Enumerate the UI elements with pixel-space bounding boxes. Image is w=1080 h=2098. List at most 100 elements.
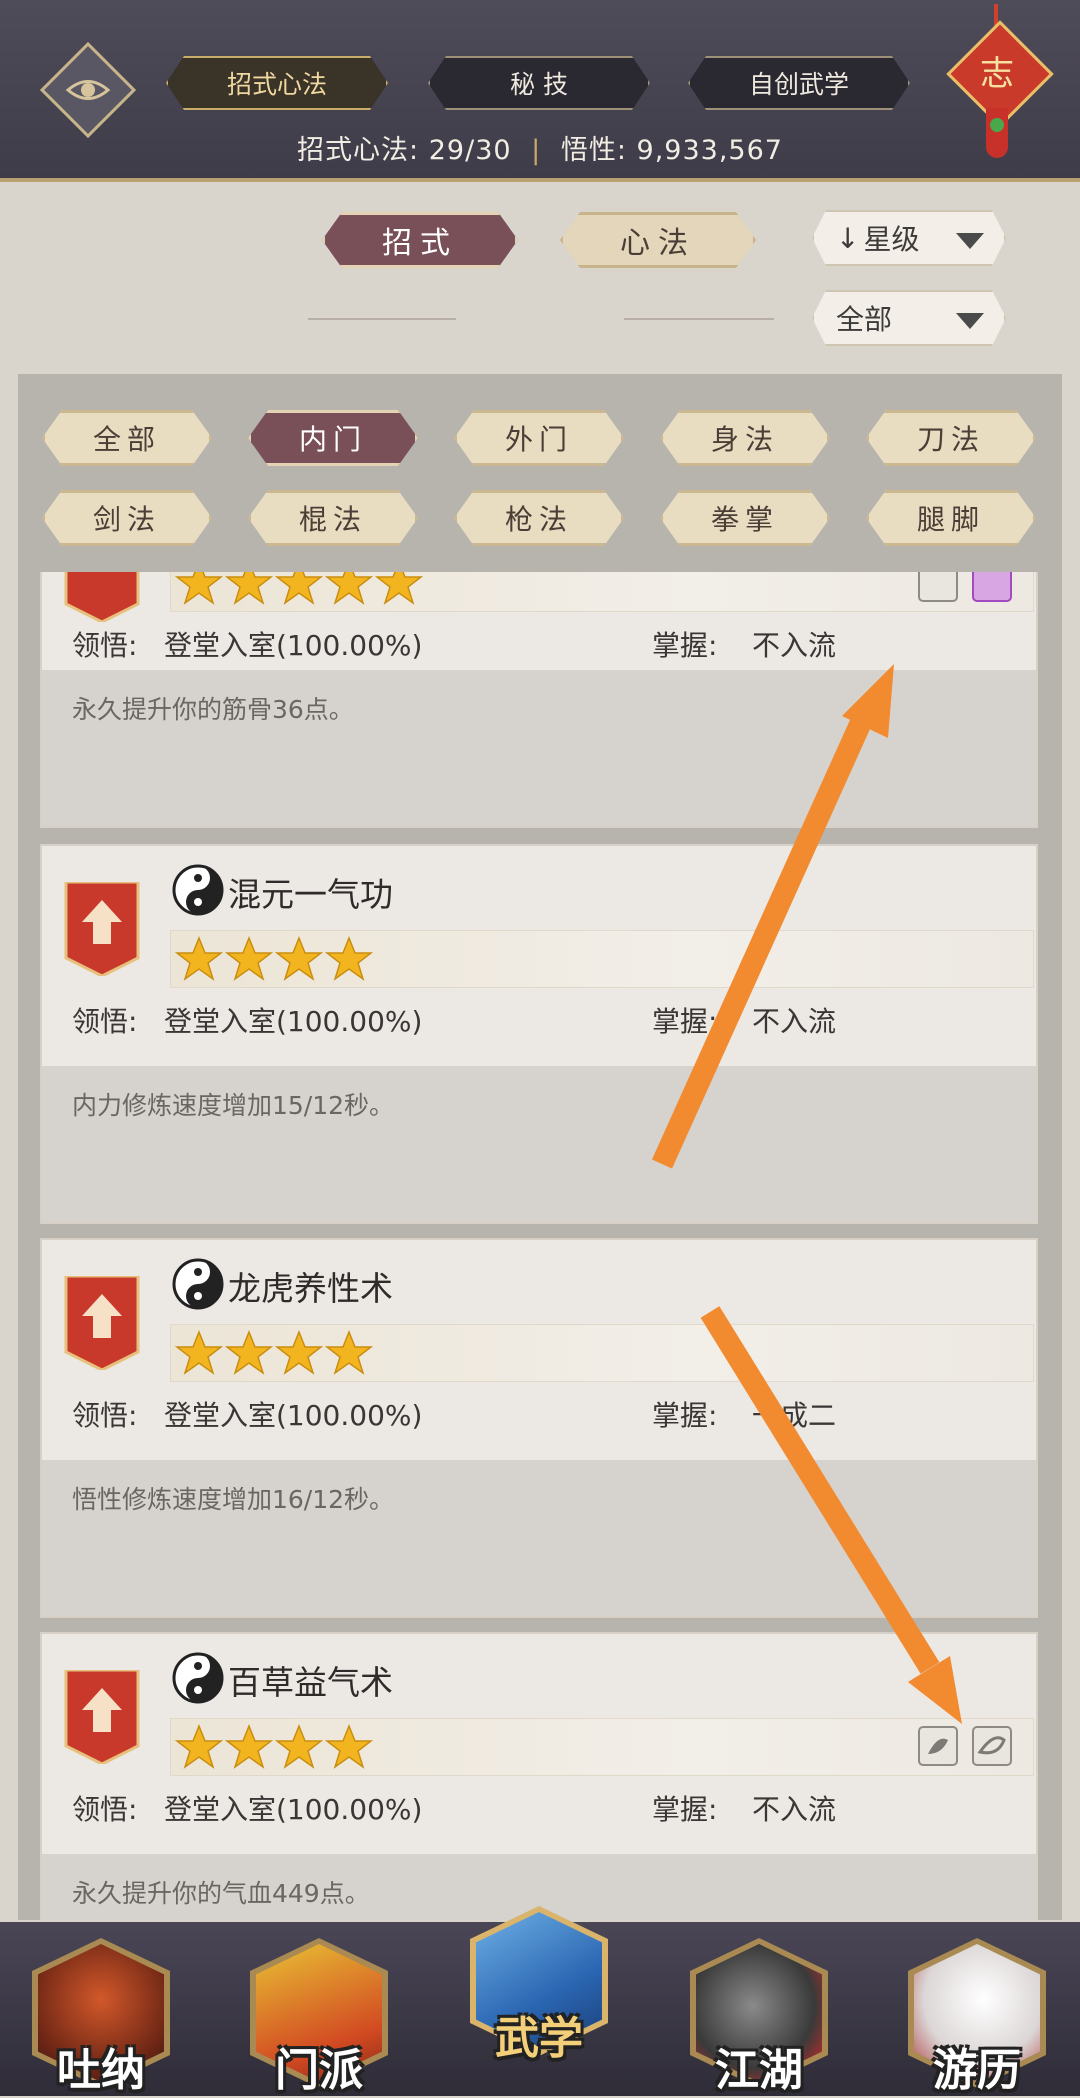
tab-self-created[interactable]: 自创武学 <box>688 56 910 110</box>
comprehension-label: 领悟: <box>72 1005 138 1038</box>
category-movement[interactable]: 身法 <box>660 410 830 466</box>
skill-rank-banner-icon <box>62 1668 142 1766</box>
nav-label: 游历 <box>933 2045 1021 2096</box>
category-label: 枪法 <box>504 503 573 536</box>
skill-description-area: 内力修炼速度增加15/12秒。 <box>42 1066 1036 1222</box>
star-rating <box>170 572 1034 612</box>
category-kick[interactable]: 腿脚 <box>866 490 1036 546</box>
category-all[interactable]: 全部 <box>42 410 212 466</box>
category-label: 腿脚 <box>916 503 985 536</box>
slot-icon[interactable] <box>918 572 958 602</box>
skill-card[interactable]: 领悟: 登堂入室(100.00%) 掌握: 不入流 永久提升你的筋骨36点。 <box>40 572 1038 828</box>
star-icon <box>225 935 273 981</box>
mastery-value: 一成二 <box>752 1399 837 1432</box>
nav-travel[interactable]: 游历 <box>904 1932 1050 2096</box>
star-icon <box>325 572 373 605</box>
nav-label: 吐纳 <box>57 2045 145 2096</box>
category-label: 外门 <box>504 423 573 456</box>
skill-description: 内力修炼速度增加15/12秒。 <box>72 1091 395 1120</box>
leaf-slot-icon[interactable] <box>918 1726 958 1766</box>
comprehension-value: 登堂入室(100.00%) <box>164 1399 423 1432</box>
star-icon <box>325 1329 373 1375</box>
moves-count-value: 29/30 <box>428 135 512 166</box>
yin-yang-icon <box>172 1652 224 1704</box>
skill-name: 龙虎养性术 <box>228 1269 393 1308</box>
skill-list[interactable]: 领悟: 登堂入室(100.00%) 掌握: 不入流 永久提升你的筋骨36点。 混… <box>38 572 1040 1920</box>
star-icon <box>325 1723 373 1769</box>
insight-value: 9,933,567 <box>636 135 783 166</box>
leaf-slot-icon[interactable] <box>972 1726 1012 1766</box>
mastery-label: 掌握: <box>652 629 718 662</box>
category-outer[interactable]: 外门 <box>454 410 624 466</box>
mastery-value: 不入流 <box>752 1793 837 1826</box>
skill-description-area: 永久提升你的筋骨36点。 <box>42 670 1036 826</box>
comprehension-value: 登堂入室(100.00%) <box>164 1793 423 1826</box>
mode-tab-moves[interactable]: 招式 <box>322 212 518 268</box>
category-sword[interactable]: 剑法 <box>42 490 212 546</box>
filter-dropdown-label: 全部 <box>836 303 893 336</box>
skill-card[interactable]: 龙虎养性术 领悟: 登堂入室(100.00%) 掌握: 一成二 悟性修炼速度增加… <box>40 1238 1038 1618</box>
decorative-line <box>308 318 456 320</box>
mastery-value: 不入流 <box>752 1005 837 1038</box>
comprehension-value: 登堂入室(100.00%) <box>164 1005 423 1038</box>
filter-dropdown[interactable]: 全部 <box>812 290 1006 346</box>
tab-label: 秘 技 <box>510 70 568 99</box>
category-fist[interactable]: 拳掌 <box>660 490 830 546</box>
category-label: 身法 <box>710 423 779 456</box>
category-spear[interactable]: 枪法 <box>454 490 624 546</box>
sort-dropdown-label: 星级 <box>863 223 920 256</box>
moves-count-label: 招式心法: <box>297 135 420 166</box>
star-icon <box>275 1329 323 1375</box>
skill-card[interactable]: 混元一气功 领悟: 登堂入室(100.00%) 掌握: 不入流 内力修炼速度增加… <box>40 844 1038 1224</box>
insight-label: 悟性: <box>560 135 627 166</box>
skill-description-area: 悟性修炼速度增加16/12秒。 <box>42 1460 1036 1616</box>
category-inner[interactable]: 内门 <box>248 410 418 466</box>
eye-toggle-button[interactable] <box>39 41 137 139</box>
nav-sect[interactable]: 门派 <box>246 1932 392 2096</box>
skill-name: 混元一气功 <box>228 875 393 914</box>
category-label: 全部 <box>92 423 161 456</box>
tab-moves-methods[interactable]: 招式心法 <box>166 56 388 110</box>
mastery-value: 不入流 <box>752 629 837 662</box>
sort-dropdown[interactable]: ↓ 星级 <box>812 210 1006 266</box>
chevron-down-icon <box>956 233 984 249</box>
category-label: 内门 <box>298 423 367 456</box>
nav-jianghu[interactable]: 江湖 <box>686 1932 832 2096</box>
tab-secret-skills[interactable]: 秘 技 <box>428 56 650 110</box>
star-icon <box>175 1723 223 1769</box>
mastery-label: 掌握: <box>652 1793 718 1826</box>
star-icon <box>225 572 273 605</box>
category-label: 拳掌 <box>710 503 779 536</box>
mastery-label: 掌握: <box>652 1399 718 1432</box>
comprehension-label: 领悟: <box>72 629 138 662</box>
mastery-label: 掌握: <box>652 1005 718 1038</box>
slot-icon[interactable] <box>972 572 1012 602</box>
comprehension-label: 领悟: <box>72 1399 138 1432</box>
star-icon <box>175 1329 223 1375</box>
nav-label: 江湖 <box>715 2045 803 2096</box>
mode-tab-methods[interactable]: 心法 <box>560 212 756 268</box>
nav-martial-arts[interactable]: 武学 <box>466 1900 612 2064</box>
star-icon <box>375 572 423 605</box>
star-icon <box>225 1723 273 1769</box>
star-icon <box>325 935 373 981</box>
category-label: 刀法 <box>916 423 985 456</box>
skill-description: 永久提升你的筋骨36点。 <box>72 695 354 724</box>
skill-description: 永久提升你的气血449点。 <box>72 1879 370 1908</box>
yin-yang-icon <box>172 1258 224 1310</box>
nav-label: 门派 <box>275 2045 363 2096</box>
eye-icon <box>65 80 111 100</box>
category-staff[interactable]: 棍法 <box>248 490 418 546</box>
skill-card[interactable]: 百草益气术 领悟: 登堂入室(100.00%) 掌握: 不入流 永久提升你的气血… <box>40 1632 1038 1920</box>
top-stats: 招式心法: 29/30 | 悟性: 9,933,567 <box>0 128 1080 167</box>
mode-tab-label: 招式 <box>382 226 458 261</box>
category-blade[interactable]: 刀法 <box>866 410 1036 466</box>
chevron-down-icon <box>956 313 984 329</box>
star-icon <box>225 1329 273 1375</box>
star-icon <box>175 572 223 605</box>
knot-character: 志 <box>980 54 1014 94</box>
star-rating <box>170 1718 1034 1776</box>
nav-breathing[interactable]: 吐纳 <box>28 1932 174 2096</box>
stats-separator: | <box>531 135 542 166</box>
star-icon <box>275 1723 323 1769</box>
